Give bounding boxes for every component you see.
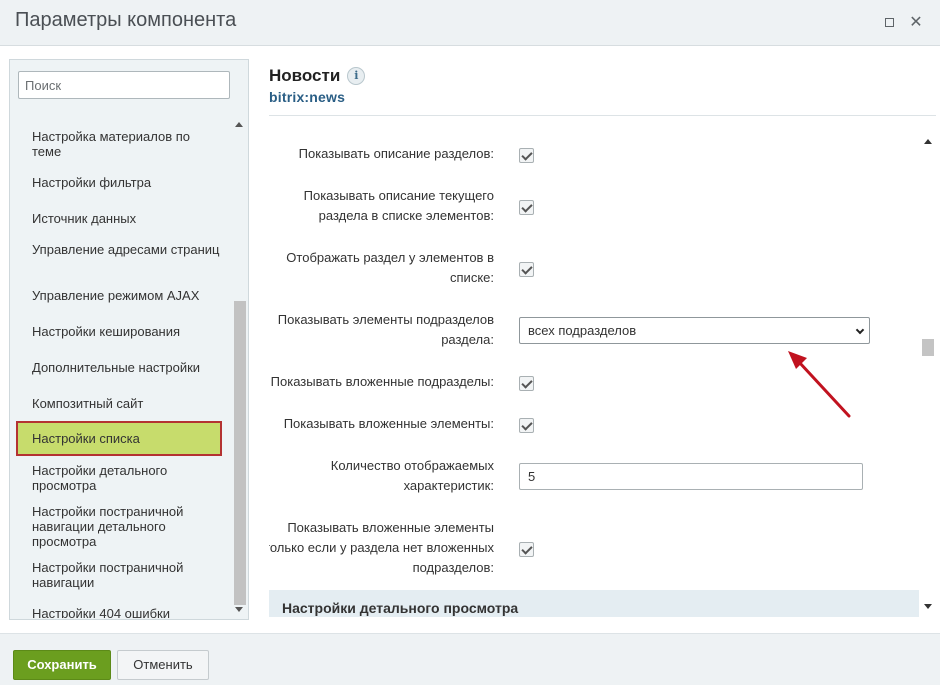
field-label-show-nested-elements: Показывать вложенные элементы: bbox=[283, 416, 494, 431]
dialog-footer: Сохранить Отменить bbox=[0, 633, 940, 685]
scroll-up-icon[interactable] bbox=[235, 122, 243, 127]
sidebar-item-pagination[interactable]: Настройки постраничной навигации bbox=[32, 560, 222, 590]
dialog-body: Настройка материалов по теме Настройки ф… bbox=[0, 46, 940, 633]
sidebar-item-detail-view[interactable]: Настройки детального просмотра bbox=[32, 463, 222, 493]
checkbox-show-nested-sections[interactable] bbox=[519, 376, 534, 391]
chevron-down-icon bbox=[855, 325, 865, 335]
settings-form: Показывать описание разделов: Показывать… bbox=[269, 132, 919, 617]
sidebar-item-related-materials[interactable]: Настройка материалов по теме bbox=[32, 129, 222, 159]
component-title: Новости bbox=[269, 66, 341, 85]
scroll-down-icon[interactable] bbox=[235, 607, 243, 612]
search-input[interactable] bbox=[18, 71, 230, 99]
field-label-nested-only-if-no-sub: Показывать вложенные элементы только есл… bbox=[269, 520, 494, 575]
sidebar-scrollbar[interactable] bbox=[232, 113, 248, 618]
dialog-title: Параметры компонента bbox=[15, 9, 237, 31]
sidebar-list: Настройка материалов по теме Настройки ф… bbox=[10, 113, 232, 618]
sidebar-item-detail-pagination[interactable]: Настройки постраничной навигации детальн… bbox=[32, 504, 222, 549]
section-header-label: Настройки детального просмотра bbox=[282, 600, 519, 616]
checkbox-show-nested-elements[interactable] bbox=[519, 418, 534, 433]
sidebar-item-list-settings[interactable]: Настройки списка bbox=[16, 421, 222, 456]
scroll-up-icon[interactable] bbox=[924, 139, 932, 144]
section-header-detail-view: Настройки детального просмотра bbox=[269, 590, 919, 617]
sidebar-item-ajax[interactable]: Управление режимом AJAX bbox=[32, 288, 222, 303]
checkbox-show-section-in-elements[interactable] bbox=[519, 262, 534, 277]
info-icon[interactable]: i bbox=[347, 67, 366, 85]
sidebar-item-filter[interactable]: Настройки фильтра bbox=[32, 175, 222, 190]
content-scrollbar[interactable] bbox=[920, 132, 936, 617]
checkbox-show-section-desc[interactable] bbox=[519, 148, 534, 163]
component-code: bitrix:news bbox=[269, 89, 346, 105]
field-label-show-section-in-elements: Отображать раздел у элементов в списке: bbox=[286, 250, 494, 285]
settings-sidebar: Настройка материалов по теме Настройки ф… bbox=[9, 59, 249, 620]
field-label-properties-count: Количество отображаемых характеристик: bbox=[330, 458, 494, 493]
sidebar-item-additional[interactable]: Дополнительные настройки bbox=[32, 360, 222, 375]
sidebar-item-page-addresses[interactable]: Управление адресами страниц bbox=[32, 242, 222, 257]
header-divider bbox=[269, 115, 936, 116]
checkbox-show-current-section-desc[interactable] bbox=[519, 200, 534, 215]
maximize-icon[interactable] bbox=[879, 12, 899, 32]
sidebar-item-composite[interactable]: Композитный сайт bbox=[32, 396, 222, 411]
field-label-show-section-desc: Показывать описание разделов: bbox=[298, 146, 494, 161]
checkbox-nested-only-if-no-sub[interactable] bbox=[519, 542, 534, 557]
scroll-down-icon[interactable] bbox=[924, 604, 932, 609]
sidebar-item-data-source[interactable]: Источник данных bbox=[32, 211, 222, 226]
field-label-show-current-section-desc: Показывать описание текущего раздела в с… bbox=[303, 188, 494, 223]
scrollbar-thumb[interactable] bbox=[234, 301, 246, 605]
close-icon[interactable]: ✕ bbox=[906, 12, 926, 32]
cancel-button[interactable]: Отменить bbox=[117, 650, 209, 680]
select-value: всех подразделов bbox=[528, 323, 637, 338]
properties-count-input[interactable]: 5 bbox=[519, 463, 863, 490]
field-label-show-nested-sections: Показывать вложенные подразделы: bbox=[270, 374, 494, 389]
scrollbar-thumb[interactable] bbox=[922, 339, 934, 356]
sidebar-item-404[interactable]: Настройки 404 ошибки bbox=[32, 606, 222, 618]
dialog-titlebar: Параметры компонента ✕ bbox=[0, 0, 940, 46]
subsection-elements-select[interactable]: всех подразделов bbox=[519, 317, 870, 344]
component-header: Новости i bitrix:news bbox=[269, 66, 366, 105]
sidebar-item-caching[interactable]: Настройки кеширования bbox=[32, 324, 222, 339]
settings-content: Новости i bitrix:news Показывать описание… bbox=[269, 46, 936, 633]
save-button[interactable]: Сохранить bbox=[13, 650, 111, 680]
field-label-show-subsection-elements: Показывать элементы подразделов раздела: bbox=[277, 312, 494, 347]
